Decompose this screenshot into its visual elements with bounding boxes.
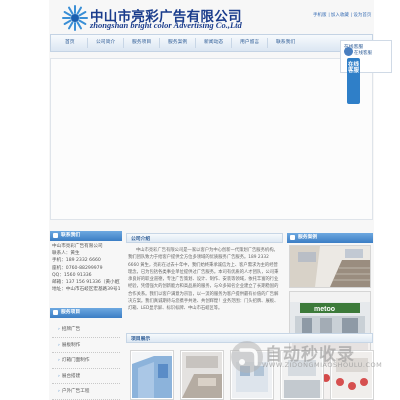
categories-heading-bar: 服务项目 <box>50 308 122 318</box>
category-list: › 招牌广告 › 展板制作 › 灯箱门面制作 › 展台搭建 › 户外广告工程 <box>52 322 120 400</box>
watermark-url: WWW.ZIDONGMIAOSHOULU.COM <box>262 361 383 369</box>
nav-item-home[interactable]: 首页 <box>65 35 75 51</box>
nav-item-contact[interactable]: 联系我们 <box>276 35 295 51</box>
contact-line: 地址：中山市石岐区宏基路39号13F <box>52 287 120 293</box>
intro-text: 中山市亮彩广告有限公司是一家以客户为中心创新一代策划广告服务机构。我们团队致力于… <box>128 248 279 312</box>
project-thumbnail[interactable] <box>130 350 174 400</box>
category-item[interactable]: › 户外广告工程 <box>52 384 120 400</box>
contact-line: 邮箱：137 156 91336（黄小姐） <box>52 280 120 286</box>
add-favorite-link[interactable]: | 加入收藏 <box>329 12 349 17</box>
mobile-version-link[interactable]: 手机版 <box>313 12 327 17</box>
category-item[interactable]: › 展板制作 <box>52 338 120 353</box>
contact-line: 手机：189 2332 6660 <box>52 258 101 264</box>
categories-heading: 服务项目 <box>61 310 81 315</box>
logo-icon <box>62 5 88 31</box>
projects-heading: 项目展示 <box>131 337 151 342</box>
contact-info: 中山市亮彩广告有限公司 联系人：黄生 手机：189 2332 6660 座机：0… <box>52 243 120 293</box>
category-item[interactable]: › 展台搭建 <box>52 369 120 384</box>
arrow-right-icon: › <box>58 327 60 332</box>
project-thumbnail[interactable] <box>180 350 224 400</box>
contact-heading: 联系我们 <box>61 233 81 238</box>
contact-heading-bar: 联系我们 <box>50 231 122 241</box>
nav-item-cases[interactable]: 服务案例 <box>168 35 187 51</box>
category-item[interactable]: › 招牌广告 <box>52 322 120 338</box>
watermark-logo-icon <box>231 341 263 373</box>
nav-item-about[interactable]: 公司简介 <box>96 35 115 51</box>
contact-heading-icon <box>53 233 58 238</box>
arrow-right-icon: › <box>58 358 60 363</box>
svg-text:metoo: metoo <box>314 306 335 313</box>
nav-item-news[interactable]: 新闻动态 <box>204 35 223 51</box>
online-service-tab-label: 在线客服 <box>348 62 360 74</box>
nav-item-guestbook[interactable]: 用户留言 <box>240 35 259 51</box>
banner-area <box>50 58 373 220</box>
arrow-right-icon: › <box>58 373 60 379</box>
case-image[interactable]: metoo <box>289 291 371 334</box>
contact-line: 中山市亮彩广告有限公司 <box>52 244 103 249</box>
cases-heading-icon <box>290 235 295 240</box>
header-links: 手机版 | 加入收藏 | 设为首页 <box>311 12 371 18</box>
arrow-right-icon: › <box>58 342 60 348</box>
cases-heading: 服务案例 <box>298 235 318 240</box>
contact-line: 联系人：黄生 <box>52 251 80 257</box>
category-item[interactable]: › 灯箱门面制作 <box>52 353 120 369</box>
case-image[interactable] <box>289 245 371 288</box>
intro-heading: 公司介绍 <box>131 237 151 242</box>
categories-heading-icon <box>53 310 58 315</box>
nav-item-services[interactable]: 服务项目 <box>132 35 151 51</box>
arrow-right-icon: › <box>58 389 60 394</box>
company-name-en: zhongshan bright color Advertising Co.,L… <box>90 20 242 30</box>
contact-line: QQ：1560 91336 <box>52 272 92 278</box>
service-avatar-icon <box>344 47 353 56</box>
set-homepage-link[interactable]: | 设为首页 <box>351 12 371 17</box>
contact-line: 座机：0760-88299979 <box>52 265 103 271</box>
online-service-qq-link[interactable]: 在线客服 <box>354 50 372 56</box>
cases-heading-bar: 服务案例 <box>287 233 373 243</box>
main-nav: 首页 公司简介 服务项目 服务案例 新闻动态 用户留言 联系我们 <box>50 34 373 52</box>
